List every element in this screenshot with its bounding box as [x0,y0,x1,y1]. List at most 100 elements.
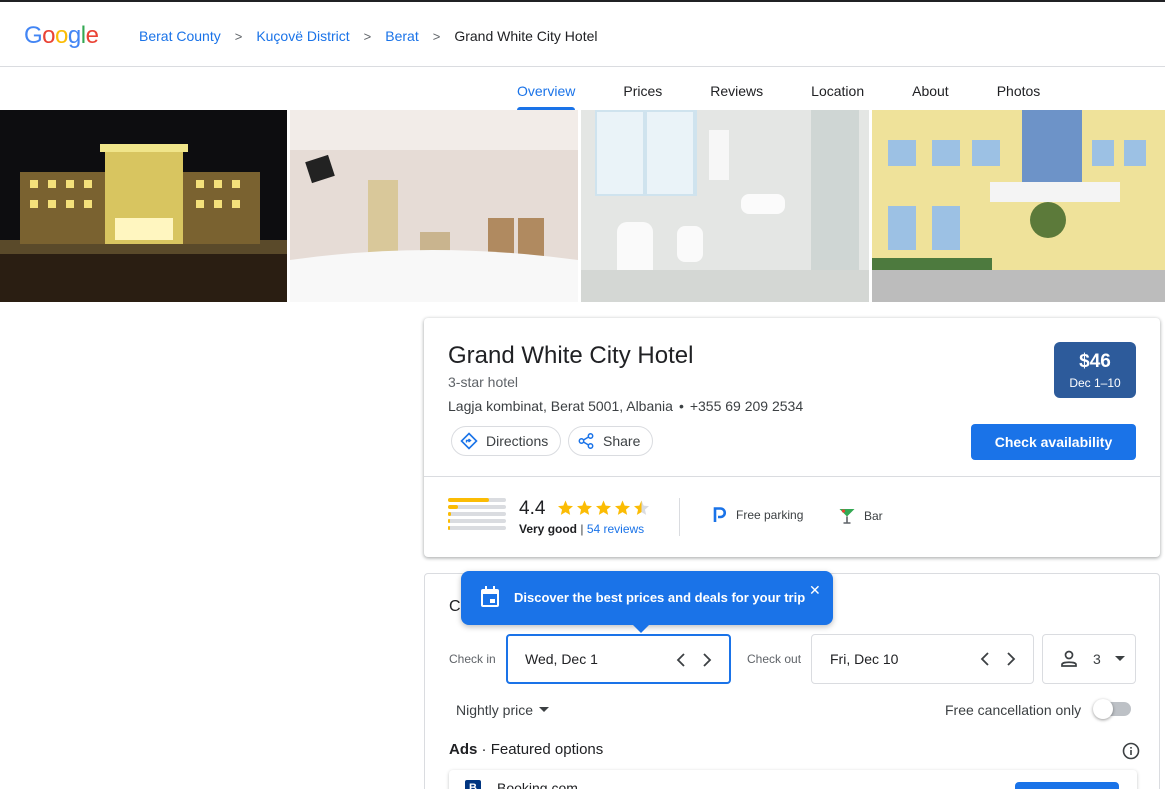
nightly-label: Nightly price [456,702,534,718]
parking-icon [713,507,727,522]
breadcrumb-current: Grand White City Hotel [454,28,598,44]
hotel-address: Lagja kombinat, Berat 5001, Albania • +355… [448,398,803,414]
tab-reviews[interactable]: Reviews [693,67,780,110]
hotel-info-card: Grand White City Hotel 3-star hotel Lagj… [424,318,1160,557]
photo-hotel-facade[interactable] [872,110,1165,302]
amenity-label: Bar [864,509,883,523]
checkout-arrows [977,650,1019,668]
cocktail-icon [839,509,855,524]
directions-icon [460,432,478,450]
rating-bar [448,512,506,516]
chevron-right-icon[interactable] [699,651,715,669]
checkout-field[interactable]: Fri, Dec 10 [811,634,1034,684]
amenity-free-parking: Free parking [712,507,803,523]
rating-text: Very good [519,522,578,536]
checkin-field[interactable]: Wed, Dec 1 [506,634,731,684]
rating-bar [448,505,506,509]
address-text[interactable]: Lagja kombinat, Berat 5001, Albania [448,398,673,414]
star-icon [615,500,630,515]
offer-site-name: Booking.com [497,780,578,789]
info-icon[interactable] [1122,742,1140,760]
view-deal-button[interactable] [1015,782,1119,789]
directions-button[interactable]: Directions [451,426,562,456]
top-bar: Google Berat County > Kuçovë District > … [0,0,1165,67]
hotel-class: 3-star hotel [448,374,519,390]
breadcrumb: Berat County > Kuçovë District > Berat >… [139,28,598,44]
rating-bar-fill [448,519,450,523]
star-half-icon [634,500,649,515]
free-cancellation-toggle[interactable] [1093,699,1131,719]
amenity-label: Free parking [736,508,804,522]
rating-distribution[interactable] [448,498,506,533]
star-icon [596,500,611,515]
dropdown-icon [539,707,550,712]
tab-location[interactable]: Location [794,67,881,110]
price-badge[interactable]: $46 Dec 1–10 [1054,342,1136,398]
offer-row[interactable]: B Booking.com [449,770,1137,789]
rating-bar [448,519,506,523]
breadcrumb-berat-county[interactable]: Berat County [139,28,221,44]
rating-bar-fill [448,526,450,530]
tab-about[interactable]: About [895,67,966,110]
rating-bar [448,498,506,502]
tab-bar: Overview Prices Reviews Location About P… [500,67,1071,110]
deals-tooltip: Discover the best prices and deals for y… [461,571,833,633]
star-icon [577,500,592,515]
share-label: Share [603,433,641,449]
tooltip-text: Discover the best prices and deals for y… [514,590,806,605]
rating-value: 4.4 [519,498,546,519]
phone-text[interactable]: +355 69 209 2534 [690,398,803,414]
free-cancellation-label: Free cancellation only [945,702,1082,718]
breadcrumb-kucove-district[interactable]: Kuçovë District [256,28,349,44]
rating-bar-fill [448,505,459,509]
toggle-knob [1093,699,1113,719]
tab-photos[interactable]: Photos [980,67,1058,110]
star-rating [556,499,651,517]
check-availability-button[interactable]: Check availability [971,424,1136,460]
tab-overview[interactable]: Overview [500,67,592,110]
reviews-link[interactable]: 54 reviews [587,522,644,536]
photo-strip [0,110,1165,302]
checkout-label: Check out [747,652,802,666]
chevron-left-icon[interactable] [673,651,689,669]
rating-bar-fill [448,498,489,502]
ads-title: Featured options [490,741,604,758]
vertical-divider [679,498,680,536]
google-logo[interactable]: Google [24,22,99,50]
breadcrumb-berat[interactable]: Berat [385,28,418,44]
chevron-left-icon[interactable] [977,650,993,668]
price-amount: $46 [1079,351,1111,372]
rating-bar-fill [448,512,452,516]
price-dates: Dec 1–10 [1069,376,1121,390]
hotel-name: Grand White City Hotel [448,342,694,369]
star-icon [558,500,573,515]
dropdown-icon [1114,656,1125,661]
prices-title: C [449,598,461,615]
chevron-right-icon: > [234,28,243,44]
checkin-value: Wed, Dec 1 [525,651,598,667]
photo-bathroom[interactable] [581,110,869,302]
booking-logo-icon: B [465,780,481,789]
close-icon[interactable]: ✕ [809,582,821,599]
tab-prices[interactable]: Prices [606,67,679,110]
checkout-value: Fri, Dec 10 [830,651,899,667]
chevron-right-icon[interactable] [1003,650,1019,668]
checkin-label: Check in [449,652,496,666]
separator-dot: • [678,398,684,414]
nightly-price-dropdown[interactable]: Nightly price [456,702,550,718]
rating-summary: Very good | 54 reviews [519,522,645,536]
share-icon [578,433,594,449]
photo-hotel-night[interactable] [0,110,287,302]
directions-label: Directions [486,433,549,449]
ads-prefix: Ads [449,741,478,758]
person-icon [1061,650,1077,667]
divider [424,476,1160,477]
calendar-icon [481,586,499,607]
photo-room[interactable] [290,110,578,302]
guests-selector[interactable]: 3 [1042,634,1136,684]
chevron-right-icon: > [363,28,372,44]
checkin-arrows [673,651,715,669]
chevron-right-icon: > [432,28,441,44]
share-button[interactable]: Share [568,426,654,456]
amenity-bar: Bar [838,507,883,525]
